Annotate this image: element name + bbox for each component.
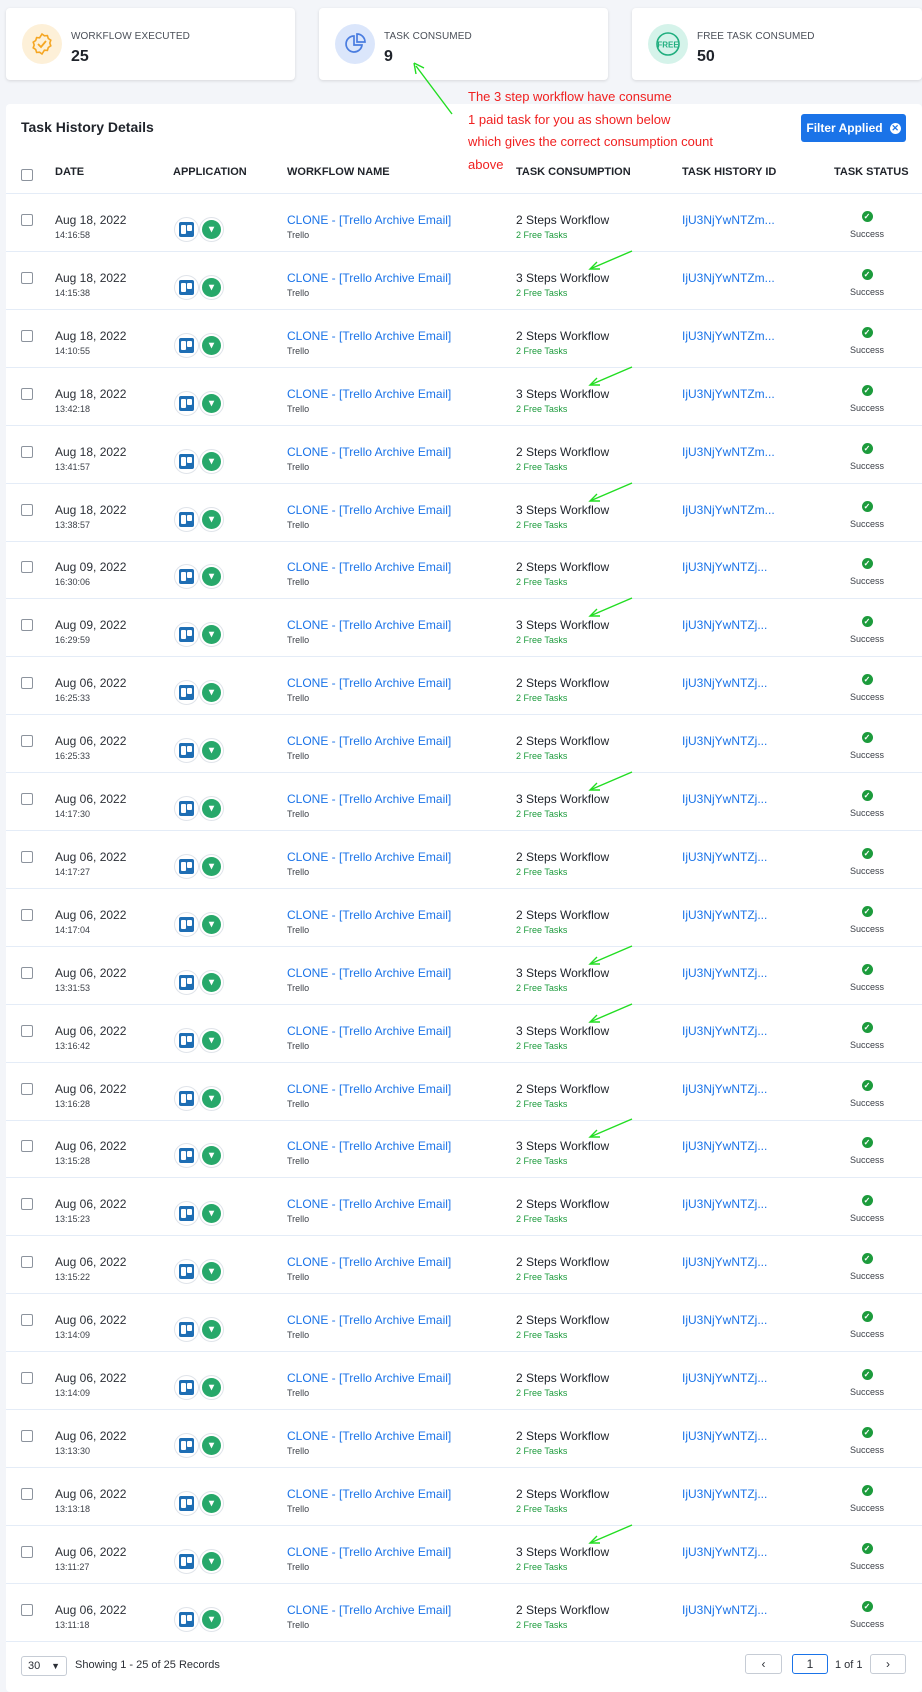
annotation-arrow-icon [588,1524,633,1544]
page-of-text: 1 of 1 [835,1659,863,1671]
page-size-select[interactable]: 30 ▼ [21,1656,67,1676]
page-number-input[interactable]: 1 [792,1654,828,1674]
annotation-arrows [588,250,633,1544]
records-summary: Showing 1 - 25 of 25 Records [75,1659,220,1671]
next-page-button[interactable]: › [870,1654,906,1674]
annotation-arrow-icon [588,1118,633,1138]
prev-page-button[interactable]: ‹ [745,1654,782,1674]
annotation-arrow-icon [588,250,633,270]
annotation-arrow-icon [588,597,633,617]
page-size-value: 30 [28,1660,41,1672]
annotation-arrow-icon [588,945,633,965]
annotation-arrow-icon [588,771,633,791]
chevron-down-icon: ▼ [51,1661,60,1671]
annotation-arrow-icon [588,482,633,502]
annotation-arrow-icon [588,366,633,386]
annotation-arrow-icon [588,1003,633,1023]
